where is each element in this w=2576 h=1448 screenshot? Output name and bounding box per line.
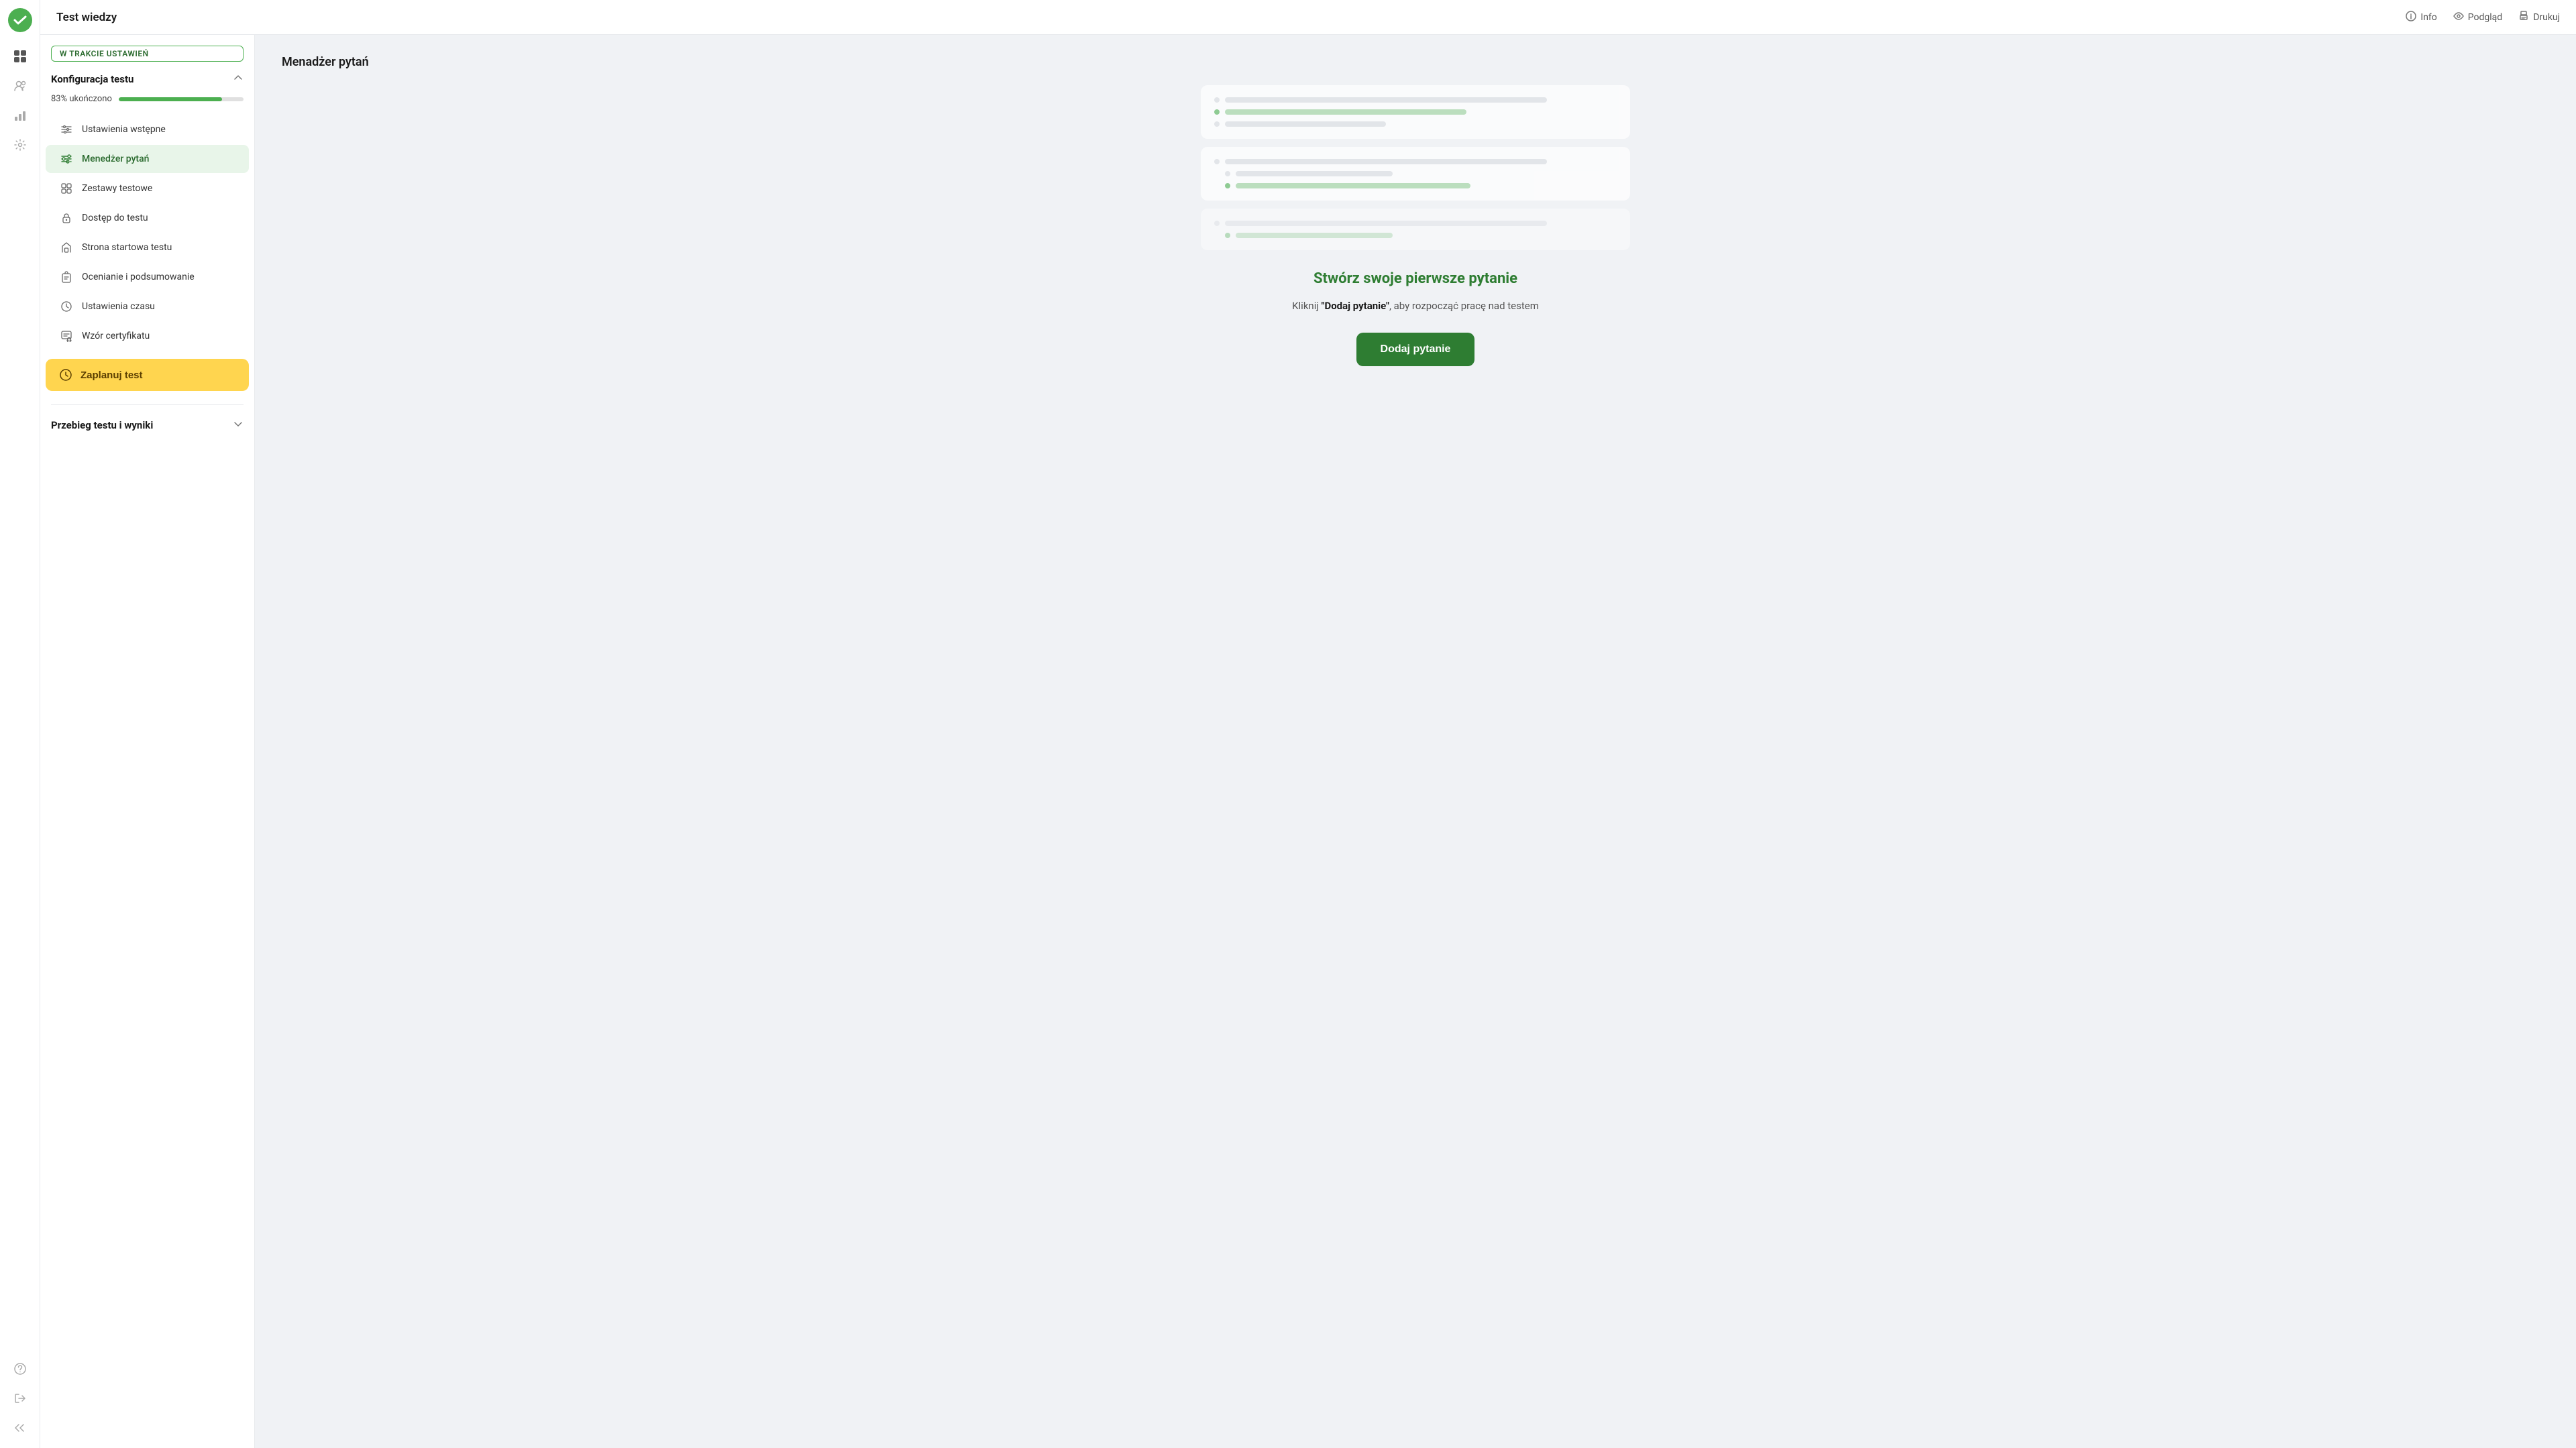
sidebar-nav-chart[interactable] bbox=[8, 103, 32, 127]
placeholder-card-1 bbox=[1201, 85, 1630, 139]
menu-item-zestawy-testowe[interactable]: Zestawy testowe bbox=[46, 174, 249, 203]
placeholder-dot bbox=[1214, 159, 1220, 164]
placeholder-line bbox=[1225, 97, 1547, 103]
results-chevron-down-icon bbox=[233, 419, 244, 432]
menu-item-label: Ocenianie i podsumowanie bbox=[82, 272, 195, 282]
placeholder-dot bbox=[1214, 221, 1220, 226]
placeholder-line bbox=[1236, 171, 1393, 176]
menu-item-label: Wzór certyfikatu bbox=[82, 331, 150, 341]
clipboard-icon bbox=[59, 270, 74, 284]
add-question-button[interactable]: Dodaj pytanie bbox=[1356, 333, 1475, 366]
menu-item-strona-startowa[interactable]: Strona startowa testu bbox=[46, 233, 249, 262]
placeholder-cards bbox=[1201, 85, 1630, 250]
status-badge: W TRAKCIE USTAWIEŃ bbox=[51, 46, 244, 62]
main-content-area: Menadżer pytań bbox=[255, 35, 2576, 1448]
icon-sidebar bbox=[0, 0, 40, 1448]
drukuj-action[interactable]: Drukuj bbox=[2518, 11, 2560, 24]
sidebar-nav-apps[interactable] bbox=[8, 44, 32, 68]
schedule-test-button[interactable]: Zaplanuj test bbox=[46, 359, 249, 391]
logo-icon[interactable] bbox=[8, 8, 32, 32]
placeholder-card-3 bbox=[1201, 209, 1630, 250]
placeholder-line-green bbox=[1225, 109, 1466, 115]
placeholder-dot bbox=[1214, 121, 1220, 127]
sidebar-nav-exit[interactable] bbox=[8, 1386, 32, 1410]
schedule-icon bbox=[59, 368, 72, 382]
printer-icon bbox=[2518, 11, 2529, 24]
adjustments-icon bbox=[59, 152, 74, 166]
placeholder-line bbox=[1225, 159, 1547, 164]
page-title: Test wiedzy bbox=[56, 11, 117, 24]
progress-bar-fill bbox=[119, 97, 222, 101]
menu-item-label: Strona startowa testu bbox=[82, 242, 172, 253]
progress-row: 83% ukończono bbox=[40, 94, 254, 115]
menu-item-label: Zestawy testowe bbox=[82, 183, 152, 194]
cta-desc-bold: "Dodaj pytanie" bbox=[1322, 300, 1389, 312]
menu-item-label: Ustawienia czasu bbox=[82, 301, 155, 312]
left-panel: W TRAKCIE USTAWIEŃ Konfiguracja testu 83… bbox=[40, 35, 255, 1448]
sidebar-nav-users[interactable] bbox=[8, 74, 32, 98]
placeholder-dot-green bbox=[1225, 233, 1230, 238]
content-row: W TRAKCIE USTAWIEŃ Konfiguracja testu 83… bbox=[40, 35, 2576, 1448]
placeholder-card-2 bbox=[1201, 147, 1630, 201]
info-label: Info bbox=[2420, 12, 2436, 23]
menu-item-ustawienia-czasu[interactable]: Ustawienia czasu bbox=[46, 292, 249, 321]
cta-desc-suffix: , aby rozpocząć pracę nad testem bbox=[1389, 300, 1539, 312]
file-home-icon bbox=[59, 240, 74, 255]
info-action[interactable]: Info bbox=[2406, 11, 2436, 24]
sidebar-nav-collapse[interactable] bbox=[8, 1416, 32, 1440]
podglad-action[interactable]: Podgląd bbox=[2453, 11, 2502, 24]
cta-description: Kliknij "Dodaj pytanie", aby rozpocząć p… bbox=[1292, 298, 1539, 314]
sidebar-nav-help[interactable] bbox=[8, 1357, 32, 1381]
header-actions: Info Podgląd bbox=[2406, 11, 2560, 24]
placeholder-dot-green bbox=[1225, 183, 1230, 188]
eye-icon bbox=[2453, 11, 2464, 24]
menu-item-wzor-certyfikatu[interactable]: Wzór certyfikatu bbox=[46, 322, 249, 350]
config-section-title: Konfiguracja testu bbox=[51, 73, 133, 85]
cta-desc-prefix: Kliknij bbox=[1292, 300, 1322, 312]
results-section-header[interactable]: Przebieg testu i wyniki bbox=[40, 410, 254, 440]
grid-icon bbox=[59, 181, 74, 196]
content-section-title: Menadżer pytań bbox=[282, 55, 369, 69]
config-section-header[interactable]: Konfiguracja testu bbox=[40, 72, 254, 94]
drukuj-label: Drukuj bbox=[2533, 12, 2560, 23]
sliders-icon bbox=[59, 122, 74, 137]
results-section-title: Przebieg testu i wyniki bbox=[51, 419, 153, 431]
placeholder-line bbox=[1225, 121, 1386, 127]
cta-title: Stwórz swoje pierwsze pytanie bbox=[1292, 270, 1539, 287]
progress-bar-track bbox=[119, 97, 244, 101]
clock-icon bbox=[59, 299, 74, 314]
config-chevron-up-icon bbox=[233, 72, 244, 86]
menu-item-menedzer-pytan[interactable]: Menedżer pytań bbox=[46, 145, 249, 173]
placeholder-line bbox=[1225, 221, 1547, 226]
menu-item-ocenianie[interactable]: Ocenianie i podsumowanie bbox=[46, 263, 249, 291]
menu-item-label: Dostęp do testu bbox=[82, 213, 148, 223]
menu-item-dostep-do-testu[interactable]: Dostęp do testu bbox=[46, 204, 249, 232]
bottom-nav-icons bbox=[8, 1357, 32, 1440]
certificate-icon bbox=[59, 329, 74, 343]
placeholder-dot-green bbox=[1214, 109, 1220, 115]
menu-item-label: Menedżer pytań bbox=[82, 154, 149, 164]
schedule-button-label: Zaplanuj test bbox=[80, 370, 143, 381]
podglad-label: Podgląd bbox=[2468, 12, 2502, 23]
placeholder-line-green bbox=[1236, 183, 1470, 188]
placeholder-dot bbox=[1214, 97, 1220, 103]
info-icon bbox=[2406, 11, 2416, 24]
lock-icon bbox=[59, 211, 74, 225]
menu-item-label: Ustawienia wstępne bbox=[82, 124, 166, 135]
top-header: Test wiedzy Info Podgląd bbox=[40, 0, 2576, 35]
menu-item-ustawienia-wstepne[interactable]: Ustawienia wstępne bbox=[46, 115, 249, 144]
placeholder-line-green bbox=[1236, 233, 1393, 238]
placeholder-dot bbox=[1225, 171, 1230, 176]
section-divider bbox=[51, 404, 244, 405]
sidebar-nav-settings[interactable] bbox=[8, 133, 32, 157]
cta-area: Stwórz swoje pierwsze pytanie Kliknij "D… bbox=[1292, 270, 1539, 366]
progress-label: 83% ukończono bbox=[51, 94, 112, 104]
main-container: Test wiedzy Info Podgląd bbox=[40, 0, 2576, 1448]
